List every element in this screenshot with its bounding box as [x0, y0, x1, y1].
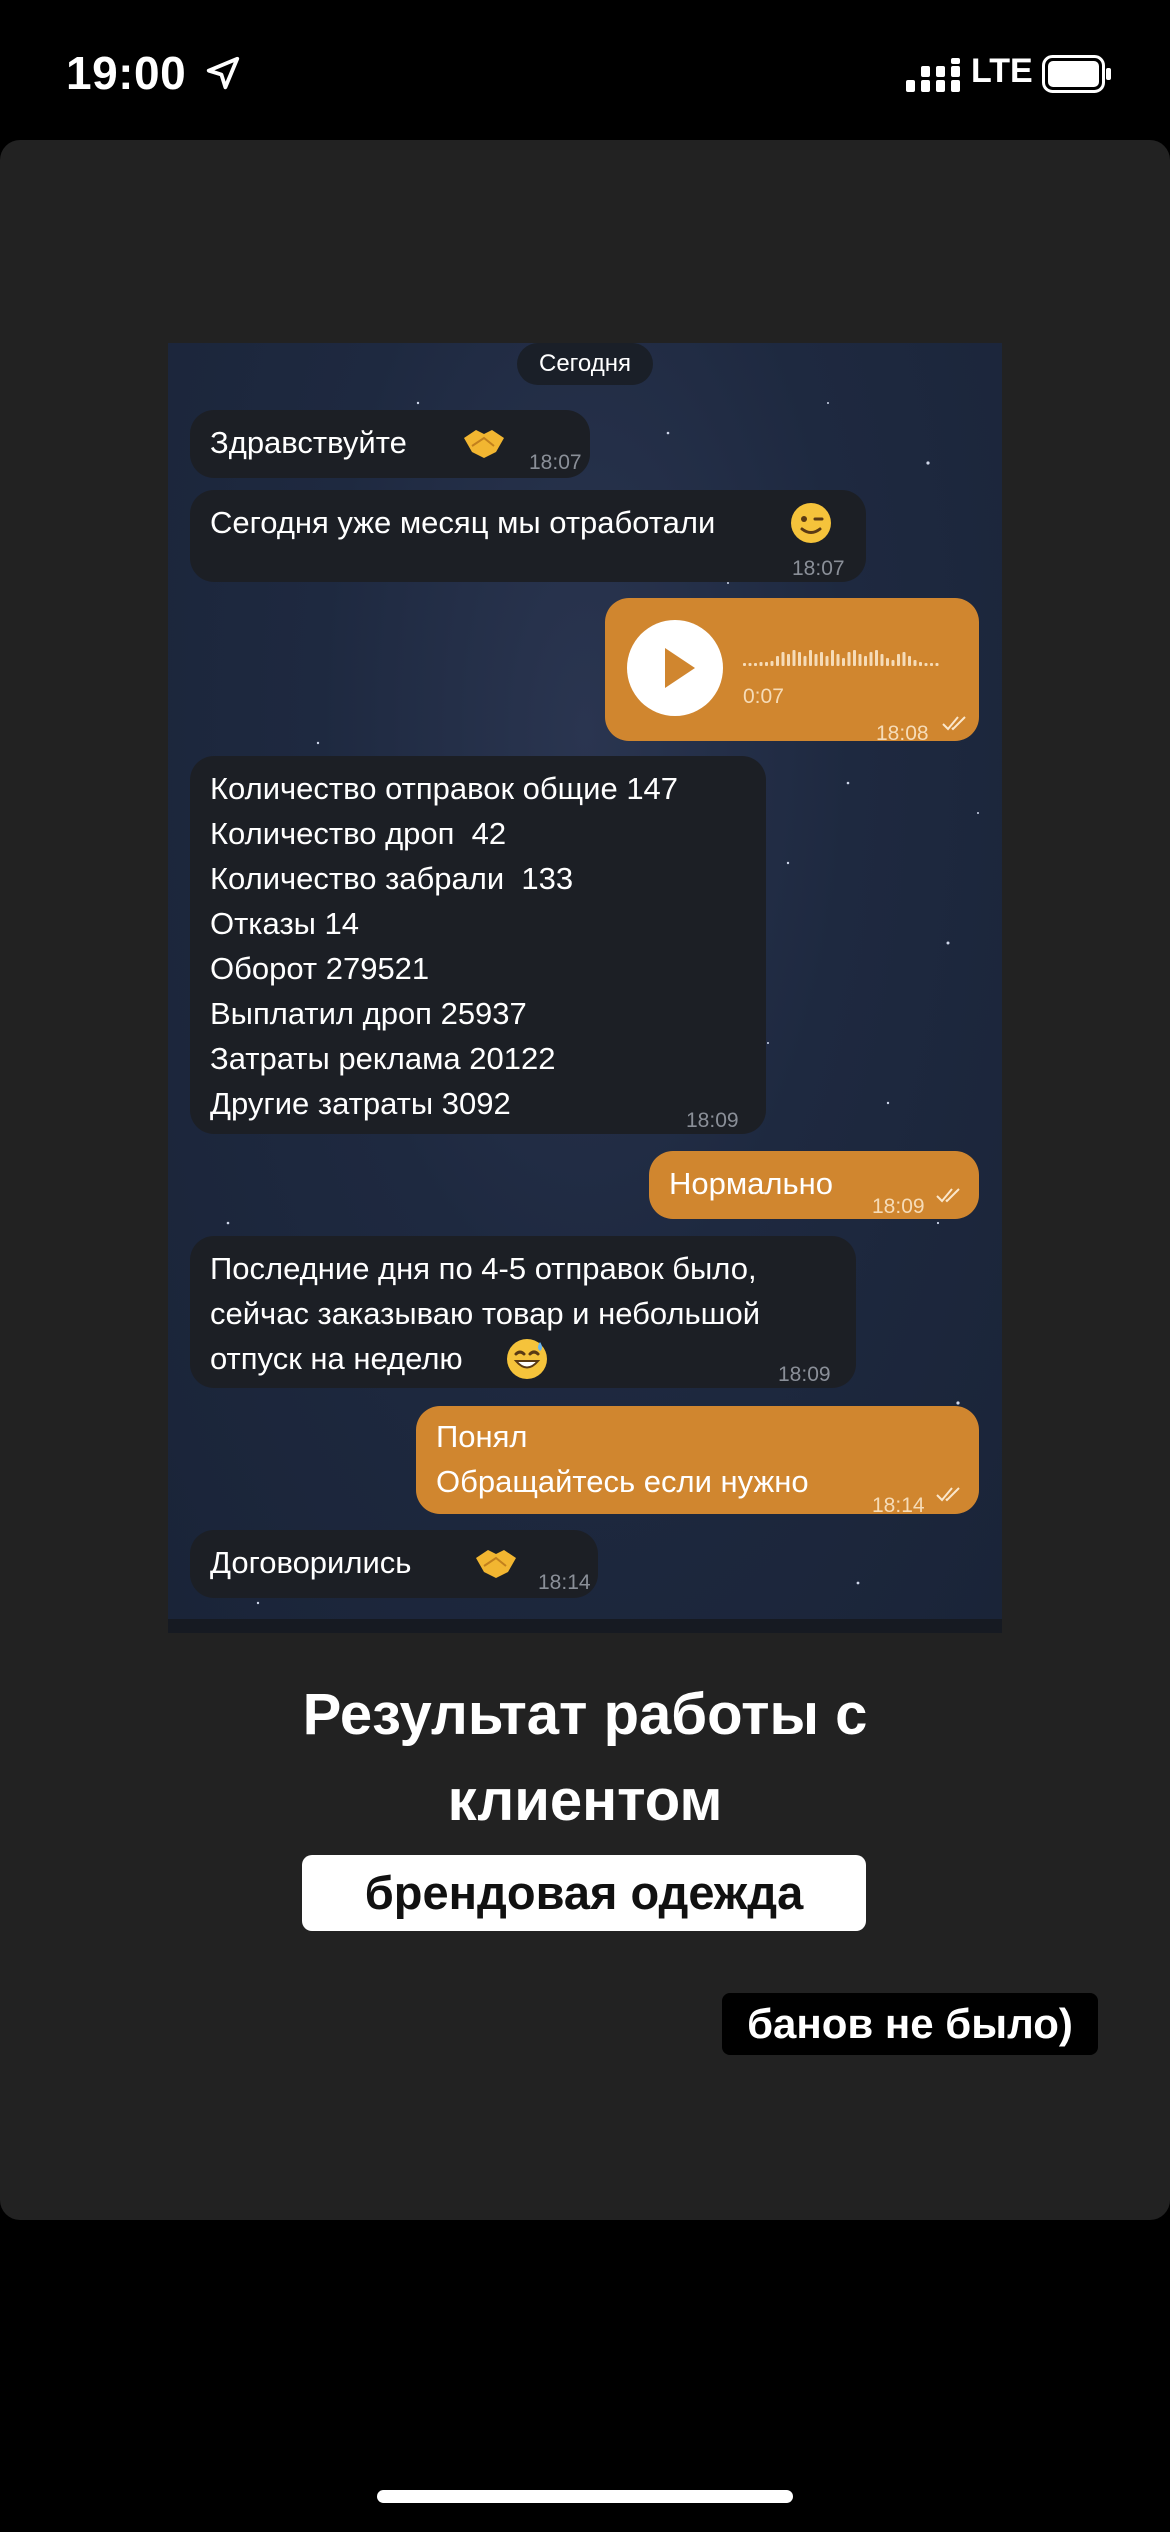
handshake-emoji — [474, 1546, 518, 1592]
message-time: 18:07 — [529, 451, 582, 474]
signal-bars-icon — [906, 58, 960, 92]
message-time: 18:08 — [876, 722, 929, 745]
incoming-stats-message[interactable]: Количество отправок общие 147 Количество… — [190, 756, 766, 1134]
outgoing-message[interactable]: Нормально 18:09 — [649, 1151, 979, 1219]
caption-note: банов не было) — [722, 1993, 1098, 2055]
status-time: 19:00 — [66, 47, 187, 99]
chat-screenshot: Сегодня Здравствуйте 18:07 Сегодня уже м… — [168, 343, 1002, 1633]
message-text: Сегодня уже месяц мы отработали — [210, 505, 716, 540]
stats-line: Оборот 279521 — [210, 951, 430, 986]
sweat-smile-emoji — [506, 1338, 548, 1392]
network-type: LTE — [971, 52, 1033, 90]
message-line: Обращайтесь если нужно — [436, 1464, 809, 1499]
message-line: отпуск на неделю — [210, 1341, 463, 1376]
message-time: 18:09 — [778, 1363, 831, 1386]
incoming-message[interactable]: Договорились 18:14 — [190, 1530, 598, 1598]
outgoing-message[interactable]: Понял Обращайтесь если нужно 18:14 — [416, 1406, 979, 1517]
date-separator: Сегодня — [517, 343, 653, 385]
incoming-message[interactable]: Здравствуйте 18:07 — [190, 410, 590, 478]
outgoing-voice-message[interactable]: 0:07 18:08 — [605, 598, 979, 745]
message-text: Договорились — [210, 1545, 412, 1580]
stats-line: Выплатил дроп 25937 — [210, 996, 527, 1031]
home-indicator[interactable] — [377, 2490, 793, 2503]
message-time: 18:14 — [872, 1494, 925, 1517]
message-time: 18:14 — [538, 1571, 591, 1594]
double-check-icon — [942, 716, 966, 731]
stats-line: Количество забрали 133 — [210, 861, 574, 896]
play-icon — [665, 648, 695, 688]
caption-title-line2: клиентом — [447, 1768, 723, 1833]
status-bar: 19:00 LTE — [0, 0, 1170, 140]
message-time: 18:07 — [792, 557, 845, 580]
caption-tag: брендовая одежда — [302, 1855, 866, 1931]
stats-line: Другие затраты 3092 — [210, 1086, 511, 1121]
message-line: сейчас заказываю товар и небольшой — [210, 1296, 761, 1331]
handshake-emoji — [462, 426, 506, 472]
stats-line: Количество отправок общие 147 — [210, 771, 679, 806]
double-check-icon — [936, 1487, 960, 1502]
stats-line: Количество дроп 42 — [210, 816, 507, 851]
incoming-message[interactable]: Последние дня по 4-5 отправок было, сейч… — [190, 1236, 856, 1388]
incoming-message[interactable]: Сегодня уже месяц мы отработали 18:07 — [190, 490, 866, 582]
voice-duration: 0:07 — [743, 685, 784, 708]
stats-line: Отказы 14 — [210, 906, 360, 941]
message-line: Последние дня по 4-5 отправок было, — [210, 1251, 757, 1286]
message-text: Здравствуйте — [210, 425, 407, 460]
caption-title-line1: Результат работы с — [302, 1682, 868, 1747]
play-button[interactable] — [627, 620, 723, 716]
chat-input-bar-edge — [168, 1619, 1002, 1633]
waveform-icon — [743, 650, 939, 666]
message-time: 18:09 — [872, 1195, 925, 1218]
message-line: Понял — [436, 1419, 528, 1454]
location-arrow-icon — [206, 56, 240, 90]
battery-icon — [1042, 55, 1111, 93]
message-text: Нормально — [669, 1166, 834, 1201]
message-time: 18:09 — [686, 1109, 739, 1132]
double-check-icon — [936, 1188, 960, 1203]
stats-line: Затраты реклама 20122 — [210, 1041, 556, 1076]
